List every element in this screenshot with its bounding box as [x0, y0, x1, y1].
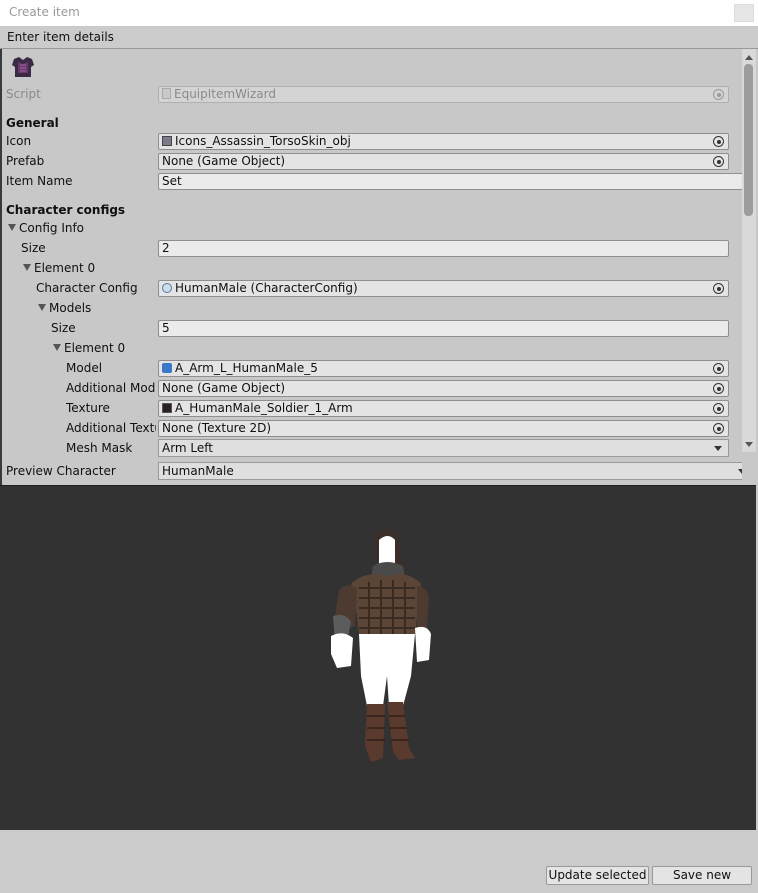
object-picker-icon: [713, 89, 724, 100]
character-config-value: HumanMale (CharacterConfig): [175, 281, 358, 295]
object-picker-icon[interactable]: [713, 383, 724, 394]
scrollbar-thumb[interactable]: [744, 64, 753, 216]
element0-label: Element 0: [34, 261, 96, 275]
prefab-label: Prefab: [6, 154, 45, 168]
preview-character-label: Preview Character: [6, 464, 116, 478]
texture-value: A_HumanMale_Soldier_1_Arm: [175, 401, 353, 415]
script-field: EquipItemWizard: [158, 86, 729, 103]
config-info-label: Config Info: [19, 221, 85, 235]
character-preview-viewport[interactable]: [0, 485, 756, 831]
object-picker-icon[interactable]: [713, 363, 724, 374]
header-text: Enter item details: [7, 30, 114, 44]
config-asset-icon: [162, 283, 172, 293]
close-button[interactable]: [734, 4, 754, 22]
size-label: Size: [21, 241, 46, 255]
object-picker-icon[interactable]: [713, 156, 724, 167]
section-character-configs: Character configs: [6, 203, 126, 217]
update-selected-button[interactable]: Update selected: [546, 866, 649, 885]
models-element0-foldout[interactable]: Element 0: [53, 338, 125, 358]
item-name-value: Set: [162, 174, 182, 188]
sprite-icon: [162, 136, 172, 146]
prefab-value: None (Game Object): [162, 154, 286, 168]
models-size-value: 5: [162, 321, 170, 335]
size-value: 2: [162, 241, 170, 255]
texture-field[interactable]: A_HumanMale_Soldier_1_Arm: [158, 400, 729, 417]
character-model-image: [331, 529, 431, 762]
mesh-cube-icon: [162, 363, 172, 373]
additional-texture-field[interactable]: None (Texture 2D): [158, 420, 729, 437]
object-picker-icon[interactable]: [713, 136, 724, 147]
foldout-arrow-icon: [38, 304, 46, 311]
inspector-scrollbar[interactable]: [742, 49, 756, 452]
mesh-mask-label: Mesh Mask: [66, 441, 133, 455]
models-element0-label: Element 0: [64, 341, 126, 355]
model-field[interactable]: A_Arm_L_HumanMale_5: [158, 360, 729, 377]
icon-field[interactable]: Icons_Assassin_TorsoSkin_obj: [158, 133, 729, 150]
additional-texture-value: None (Texture 2D): [162, 421, 272, 435]
additional-texture-label: Additional Texture: [66, 421, 156, 435]
foldout-arrow-icon: [8, 224, 16, 231]
save-new-button[interactable]: Save new: [652, 866, 752, 885]
size-input[interactable]: 2: [158, 240, 729, 257]
script-value: EquipItemWizard: [174, 87, 276, 101]
model-value: A_Arm_L_HumanMale_5: [175, 361, 318, 375]
foldout-arrow-icon: [23, 264, 31, 271]
models-size-input[interactable]: 5: [158, 320, 729, 337]
scroll-up-icon[interactable]: [745, 55, 753, 60]
models-foldout[interactable]: Models: [38, 298, 91, 318]
additional-model-value: None (Game Object): [162, 381, 286, 395]
character-config-field[interactable]: HumanMale (CharacterConfig): [158, 280, 729, 297]
object-picker-icon[interactable]: [713, 283, 724, 294]
armor-torso-icon: [10, 55, 36, 79]
mesh-mask-value: Arm Left: [162, 441, 214, 455]
icon-label: Icon: [6, 134, 32, 148]
additional-model-label: Additional Model: [66, 381, 156, 395]
script-file-icon: [162, 88, 171, 99]
additional-model-field[interactable]: None (Game Object): [158, 380, 729, 397]
window-titlebar: Create item: [0, 0, 758, 26]
icon-value: Icons_Assassin_TorsoSkin_obj: [175, 134, 351, 148]
chevron-down-icon: [714, 446, 722, 451]
models-label: Models: [49, 301, 92, 315]
texture-thumbnail-icon: [162, 403, 172, 413]
object-picker-icon[interactable]: [713, 423, 724, 434]
object-picker-icon[interactable]: [713, 403, 724, 414]
window-title: Create item: [9, 5, 80, 19]
wizard-header: Enter item details: [0, 27, 758, 49]
item-name-input[interactable]: Set: [158, 173, 742, 190]
preview-character-dropdown[interactable]: HumanMale: [158, 462, 742, 480]
scroll-down-icon[interactable]: [745, 442, 753, 447]
chevron-down-icon: [738, 469, 742, 474]
foldout-arrow-icon: [53, 344, 61, 351]
model-label: Model: [66, 361, 103, 375]
inspector-panel: Script EquipItemWizard General Icon Icon…: [0, 49, 742, 485]
prefab-field[interactable]: None (Game Object): [158, 153, 729, 170]
item-name-label: Item Name: [6, 174, 73, 188]
texture-label: Texture: [66, 401, 110, 415]
mesh-mask-dropdown[interactable]: Arm Left: [158, 439, 729, 457]
section-general: General: [6, 116, 59, 130]
config-info-foldout[interactable]: Config Info: [8, 218, 84, 238]
script-label: Script: [6, 87, 41, 101]
models-size-label: Size: [51, 321, 76, 335]
element0-foldout[interactable]: Element 0: [23, 258, 95, 278]
character-config-label: Character Config: [36, 281, 138, 295]
wizard-footer: Update selected Save new: [0, 830, 758, 893]
preview-character-value: HumanMale: [162, 464, 234, 478]
